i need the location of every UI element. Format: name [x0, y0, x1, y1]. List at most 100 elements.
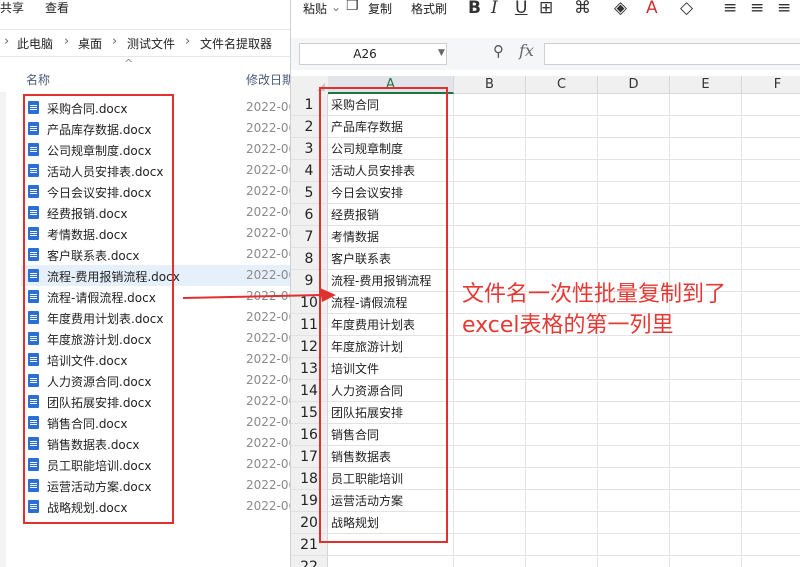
cell-f4[interactable]: [742, 160, 800, 182]
align-right-icon[interactable]: ≡: [777, 0, 791, 18]
align-left-icon[interactable]: ≡: [723, 0, 737, 18]
cell-f19[interactable]: [742, 490, 800, 512]
cell-c20[interactable]: [526, 512, 598, 534]
fill-color-icon[interactable]: ⌘: [574, 0, 591, 18]
cell-c16[interactable]: [526, 424, 598, 446]
cell-c22[interactable]: [526, 556, 598, 567]
cell-e18[interactable]: [670, 468, 742, 490]
name-box[interactable]: A26 ▼: [299, 43, 447, 65]
cell-d16[interactable]: [598, 424, 670, 446]
cell-d8[interactable]: [598, 248, 670, 270]
cell-c3[interactable]: [526, 138, 598, 160]
cell-c4[interactable]: [526, 160, 598, 182]
cell-e22[interactable]: [670, 556, 742, 567]
cell-e13[interactable]: [670, 358, 742, 380]
cell-f20[interactable]: [742, 512, 800, 534]
breadcrumb-desktop[interactable]: 桌面: [78, 35, 102, 52]
cell-b22[interactable]: [454, 556, 526, 567]
cell-f8[interactable]: [742, 248, 800, 270]
cell-e2[interactable]: [670, 116, 742, 138]
cell-d18[interactable]: [598, 468, 670, 490]
cell-b4[interactable]: [454, 160, 526, 182]
cell-c19[interactable]: [526, 490, 598, 512]
cell-e5[interactable]: [670, 182, 742, 204]
cell-d20[interactable]: [598, 512, 670, 534]
cell-e19[interactable]: [670, 490, 742, 512]
cell-b20[interactable]: [454, 512, 526, 534]
cell-d13[interactable]: [598, 358, 670, 380]
cell-c1[interactable]: [526, 94, 598, 116]
cell-b14[interactable]: [454, 380, 526, 402]
cell-f14[interactable]: [742, 380, 800, 402]
cell-b16[interactable]: [454, 424, 526, 446]
cell-f7[interactable]: [742, 226, 800, 248]
cell-e3[interactable]: [670, 138, 742, 160]
cell-d19[interactable]: [598, 490, 670, 512]
cell-d21[interactable]: [598, 534, 670, 556]
column-header-date[interactable]: 修改日期: [246, 71, 290, 88]
column-header-b[interactable]: B: [454, 76, 526, 94]
cell-c7[interactable]: [526, 226, 598, 248]
formula-input[interactable]: [544, 43, 800, 65]
border-icon[interactable]: ⊞: [539, 0, 553, 18]
cell-c2[interactable]: [526, 116, 598, 138]
font-color-icon[interactable]: A: [646, 0, 658, 18]
cell-c21[interactable]: [526, 534, 598, 556]
cell-f5[interactable]: [742, 182, 800, 204]
cell-b6[interactable]: [454, 204, 526, 226]
cell-e14[interactable]: [670, 380, 742, 402]
cell-f16[interactable]: [742, 424, 800, 446]
column-header-c[interactable]: C: [526, 76, 598, 94]
cell-e15[interactable]: [670, 402, 742, 424]
cell-c15[interactable]: [526, 402, 598, 424]
cell-f2[interactable]: [742, 116, 800, 138]
breadcrumb-filename-extractor[interactable]: 文件名提取器: [200, 35, 272, 52]
cell-e8[interactable]: [670, 248, 742, 270]
cell-f6[interactable]: [742, 204, 800, 226]
column-header-e[interactable]: E: [670, 76, 742, 94]
cell-c6[interactable]: [526, 204, 598, 226]
cell-c13[interactable]: [526, 358, 598, 380]
column-header-f[interactable]: F: [742, 76, 800, 94]
cell-a22[interactable]: [328, 556, 454, 567]
cell-d2[interactable]: [598, 116, 670, 138]
cell-b18[interactable]: [454, 468, 526, 490]
cell-f1[interactable]: [742, 94, 800, 116]
cell-c17[interactable]: [526, 446, 598, 468]
cell-f18[interactable]: [742, 468, 800, 490]
cell-f17[interactable]: [742, 446, 800, 468]
cell-d1[interactable]: [598, 94, 670, 116]
cell-e1[interactable]: [670, 94, 742, 116]
cell-d15[interactable]: [598, 402, 670, 424]
paint-bucket-icon[interactable]: ◈: [614, 0, 627, 18]
cell-b19[interactable]: [454, 490, 526, 512]
cell-d5[interactable]: [598, 182, 670, 204]
cell-e4[interactable]: [670, 160, 742, 182]
cell-d14[interactable]: [598, 380, 670, 402]
cell-b7[interactable]: [454, 226, 526, 248]
italic-icon[interactable]: I: [491, 0, 498, 18]
cell-b1[interactable]: [454, 94, 526, 116]
cell-c8[interactable]: [526, 248, 598, 270]
function-icon[interactable]: fx: [519, 41, 534, 60]
row-header[interactable]: 22: [291, 556, 328, 567]
bold-icon[interactable]: B: [468, 0, 481, 18]
ribbon-tab-view[interactable]: 查看: [45, 0, 69, 18]
cell-b3[interactable]: [454, 138, 526, 160]
address-bar[interactable]: › 此电脑 › 桌面 › 测试文件 › 文件名提取器: [0, 29, 290, 57]
zoom-search-icon[interactable]: ⚲: [493, 42, 504, 60]
cell-f13[interactable]: [742, 358, 800, 380]
breadcrumb-this-pc[interactable]: 此电脑: [17, 35, 53, 52]
format-painter-button[interactable]: 格式刷: [411, 0, 447, 17]
cell-c18[interactable]: [526, 468, 598, 490]
cell-d7[interactable]: [598, 226, 670, 248]
chevron-down-icon[interactable]: ▼: [438, 48, 445, 58]
cell-b5[interactable]: [454, 182, 526, 204]
cell-c5[interactable]: [526, 182, 598, 204]
copy-icon[interactable]: ❐: [346, 0, 359, 14]
cell-c14[interactable]: [526, 380, 598, 402]
cell-f21[interactable]: [742, 534, 800, 556]
paste-button[interactable]: 粘贴: [303, 0, 327, 17]
cell-f3[interactable]: [742, 138, 800, 160]
cell-e20[interactable]: [670, 512, 742, 534]
